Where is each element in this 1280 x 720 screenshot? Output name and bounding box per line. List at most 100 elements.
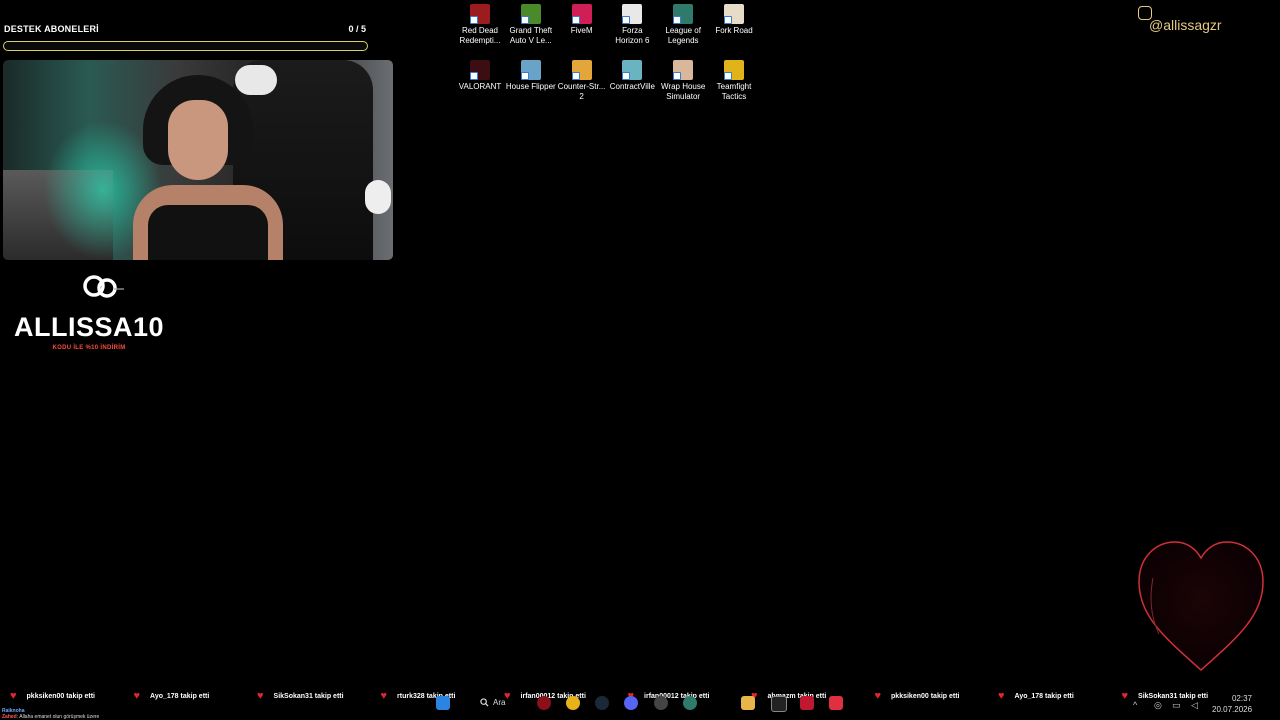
sponsor-code-panel: ALLISSA10 KODU İLE %10 İNDİRİM (0, 268, 180, 358)
ticker-text: Ayo_178 takip etti (1014, 692, 1074, 700)
chevron-up-icon[interactable]: ^ (1133, 700, 1137, 710)
steam-icon[interactable] (595, 696, 609, 710)
ticker-item: ♥ pkksiken00 takip etti (875, 690, 960, 702)
forza-icon (622, 4, 643, 24)
chat-text: Allaha emanet olun görüşmek üzere (19, 714, 100, 720)
ticker-item: ♥irfan00012 takip etti (628, 690, 710, 702)
sub-goal-widget: DESTEK ABONELERİ 0 / 5 (3, 22, 368, 56)
desktop-icon[interactable]: Grand Theft Auto V Le... (506, 4, 556, 46)
desktop-icon[interactable]: Forza Horizon 6 (607, 4, 657, 46)
taskbar-clock[interactable]: 02:37 20.07.2026 (1212, 693, 1252, 715)
wraphouse-icon (673, 60, 694, 80)
ticker-text: pkksiken00 takip etti (891, 692, 960, 700)
desktop-icon-label: VALORANT (458, 82, 502, 91)
chat-overlay: Raiknoha Zahed: Allaha emanet olun görüş… (2, 708, 99, 720)
sponsor-logo-icon (83, 275, 124, 298)
contractville-icon (622, 60, 643, 80)
obs-icon[interactable] (654, 696, 668, 710)
houseflipper-icon (520, 60, 541, 80)
desktop-icon[interactable]: FiveM (557, 4, 607, 36)
ticker-item: ♥ pkksiken00 takip etti (10, 690, 95, 702)
shortcut-arrow-icon (622, 72, 631, 80)
wifi-icon[interactable]: ▭ (1172, 700, 1181, 711)
gta5-icon (520, 4, 541, 24)
app-icon[interactable] (683, 696, 697, 710)
webcam-plush-toy (365, 180, 391, 214)
heart-icon: ♥ (133, 690, 141, 702)
ticker-item: ♥ Ayo_178 takip etti (134, 690, 210, 702)
rdr2-icon (470, 4, 490, 24)
volume-icon[interactable]: ◁ (1191, 700, 1198, 711)
opera-gx-icon[interactable] (537, 696, 551, 710)
shortcut-arrow-icon (724, 72, 732, 80)
desktop-icon[interactable]: Red Dead Redempti... (455, 4, 505, 46)
desktop-icon-label: ContractVille (609, 82, 655, 91)
shortcut-arrow-icon (520, 72, 529, 80)
search-icon (480, 698, 489, 707)
shortcut-arrow-icon (520, 16, 529, 24)
instagram-handle: @allissagzr (1138, 6, 1254, 38)
heart-icon: ♥ (998, 690, 1005, 702)
desktop-icon[interactable]: Fork Road (709, 4, 759, 36)
shortcut-arrow-icon (673, 72, 682, 80)
heart-icon: ♥ (1121, 690, 1129, 702)
taskbar-search[interactable]: Ara (480, 698, 505, 707)
instagram-text: @allissagzr (1149, 17, 1222, 33)
valorant-taskbar-icon[interactable] (829, 696, 843, 710)
heart-icon: ♥ (10, 690, 17, 702)
follower-ticker: ♥ pkksiken00 takip etti ♥ Ayo_178 takip ett… (0, 690, 1280, 706)
desktop-icon-label: House Flipper (505, 82, 556, 91)
sponsor-subtitle: KODU İLE %10 İNDİRİM (52, 345, 126, 351)
shortcut-arrow-icon (470, 16, 478, 24)
desktop-icon[interactable]: VALORANT (455, 60, 505, 92)
desktop-icon-grid: Red Dead Redempti... Grand Theft Auto V L… (455, 4, 765, 114)
ticker-text: SikSokan31 takip etti (1138, 692, 1209, 700)
desktop-icon-label: Forza Horizon 6 (615, 26, 650, 45)
discord-icon[interactable] (624, 696, 638, 710)
chat-user: Zahed (2, 714, 17, 720)
chrome-icon[interactable] (566, 696, 580, 710)
ticker-text: SikSokan31 takip etti (273, 692, 344, 700)
heart-icon: ♥ (257, 690, 264, 702)
clock-date: 20.07.2026 (1212, 705, 1253, 714)
desktop-icon-label: Fork Road (715, 26, 753, 35)
heart-icon: ♥ (874, 690, 882, 702)
desktop-icon-label: League of Legends (665, 26, 701, 45)
desktop-icon-label: Grand Theft Auto V Le... (509, 26, 553, 45)
shortcut-arrow-icon (470, 72, 478, 80)
goal-count: 0 / 5 (348, 24, 366, 34)
shortcut-arrow-icon (571, 72, 580, 80)
cs2-icon (571, 60, 592, 80)
tft-icon (724, 60, 744, 80)
desktop-icon[interactable]: House Flipper (506, 60, 556, 92)
search-label: Ara (493, 698, 506, 707)
ticker-item: ♥ ahmazm takip etti (751, 690, 826, 702)
file-explorer-icon[interactable] (741, 696, 755, 710)
desktop-icon[interactable]: ContractVille (607, 60, 657, 92)
desktop-icon[interactable]: Wrap House Simulator (658, 60, 708, 102)
webcam-streamer (133, 75, 283, 260)
desktop-icon-label: Counter-Str... 2 (557, 82, 606, 101)
goal-title: DESTEK ABONELERİ (4, 24, 99, 34)
desktop-icon[interactable]: League of Legends (658, 4, 708, 46)
desktop-icon-label: FiveM (570, 26, 593, 35)
chat-line: Zahed: Allaha emanet olun görüşmek üzere (2, 714, 100, 720)
sponsor-code: ALLISSA10 (13, 312, 165, 342)
heart-icon: ♥ (380, 690, 388, 702)
fivem-icon (571, 4, 592, 24)
lol-icon (673, 4, 694, 24)
capcut-icon[interactable] (771, 696, 787, 712)
valorant-icon (470, 60, 490, 80)
windows-start-icon[interactable] (436, 696, 450, 710)
shortcut-arrow-icon (724, 16, 732, 24)
desktop-icon-label: Teamfight Tactics (716, 82, 752, 101)
shortcut-arrow-icon (622, 16, 631, 24)
ticker-text: pkksiken00 takip etti (26, 692, 96, 700)
desktop-icon[interactable]: Counter-Str... 2 (557, 60, 607, 102)
ticker-text: Ayo_178 takip etti (150, 692, 210, 700)
desktop-icon[interactable]: Teamfight Tactics (709, 60, 759, 102)
ticker-item: ♥ SikSokan31 takip etti (257, 690, 344, 702)
shortcut-arrow-icon (571, 16, 580, 24)
network-icon[interactable]: ◎ (1154, 700, 1162, 711)
app-red-icon[interactable] (800, 696, 814, 710)
